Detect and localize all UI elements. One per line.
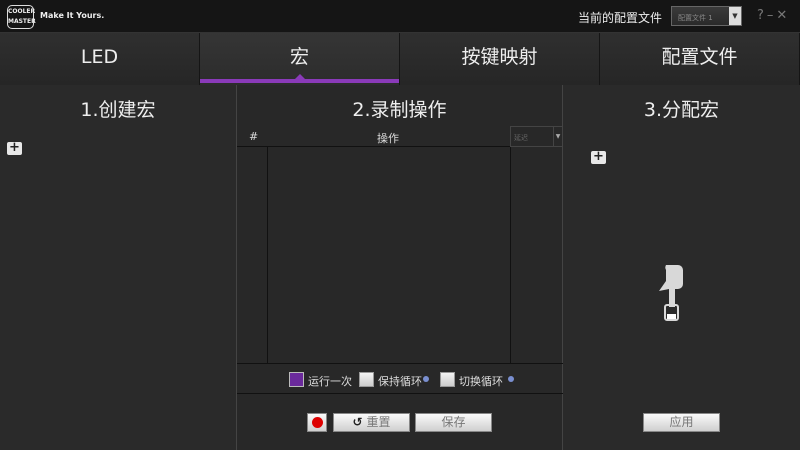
delay-select[interactable]: 延迟 ▼ (510, 126, 563, 147)
table-header: # 操作 延迟 ▼ (237, 126, 563, 147)
keep-loop-label: 保持循环 (378, 373, 422, 389)
add-assignment-button[interactable]: + (591, 151, 606, 164)
reset-label: 重置 (366, 415, 390, 429)
hand-press-key-icon (656, 263, 686, 323)
loop-options: 运行一次 保持循环 切换循环 (237, 364, 563, 394)
delay-value: 延迟 (514, 134, 528, 142)
tab-profiles[interactable]: 配置文件 (600, 33, 800, 85)
create-macro-panel: 1.创建宏 + (0, 85, 236, 450)
info-icon[interactable] (508, 376, 514, 382)
record-button[interactable] (307, 413, 327, 432)
assign-title: 3.分配宏 (563, 95, 800, 122)
divider (267, 147, 268, 363)
reset-button[interactable]: ↺ 重置 (333, 413, 410, 432)
add-macro-button[interactable]: + (7, 142, 22, 155)
save-button[interactable]: 保存 (415, 413, 492, 432)
create-macro-title: 1.创建宏 (0, 95, 236, 122)
profile-label: 当前的配置文件 (578, 9, 662, 26)
run-once-label: 运行一次 (308, 373, 352, 389)
column-hash: # (249, 130, 258, 143)
close-button[interactable]: ✕ (776, 8, 790, 23)
profile-value: 配置文件 1 (678, 14, 713, 22)
column-operation: 操作 (377, 130, 399, 146)
minimize-button[interactable]: – (767, 8, 777, 23)
tab-macro[interactable]: 宏 (200, 33, 400, 85)
main-tabs: LED 宏 按键映射 配置文件 (0, 33, 800, 85)
record-panel: 2.录制操作 # 操作 延迟 ▼ 运行一次 保持循环 切换循环 ↺ 重置 保存 (236, 85, 563, 450)
apply-button[interactable]: 应用 (643, 413, 720, 432)
title-bar: COOLERMASTER Make It Yours. 当前的配置文件 配置文件… (0, 0, 800, 33)
assign-panel: 3.分配宏 + 应用 (563, 85, 800, 450)
info-icon[interactable] (423, 376, 429, 382)
chevron-down-icon: ▼ (729, 7, 741, 25)
help-button[interactable]: ? (757, 8, 767, 23)
tab-led[interactable]: LED (0, 33, 200, 85)
record-icon (312, 417, 323, 428)
record-title: 2.录制操作 (237, 95, 562, 122)
operations-list[interactable] (237, 147, 563, 364)
keep-loop-checkbox[interactable] (359, 372, 374, 387)
undo-icon: ↺ (353, 415, 363, 429)
toggle-loop-checkbox[interactable] (440, 372, 455, 387)
tagline: Make It Yours. (40, 11, 104, 20)
toggle-loop-label: 切换循环 (459, 373, 503, 389)
divider (510, 147, 511, 363)
chevron-down-icon: ▼ (553, 127, 562, 146)
tab-key-mapping[interactable]: 按键映射 (400, 33, 600, 85)
cooler-master-logo: COOLERMASTER (7, 5, 34, 29)
profile-select[interactable]: 配置文件 1 ▼ (671, 6, 742, 26)
run-once-checkbox[interactable] (289, 372, 304, 387)
